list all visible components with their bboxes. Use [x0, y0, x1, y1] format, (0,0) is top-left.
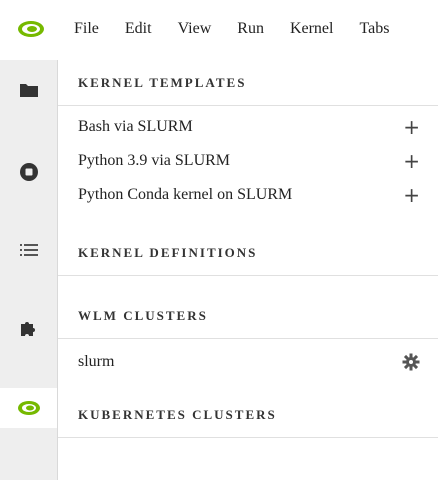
- cluster-panel: KERNEL TEMPLATES Bash via SLURM + Python…: [58, 60, 438, 480]
- kernel-template-label: Python 3.9 via SLURM: [78, 152, 231, 169]
- kernel-template-label: Python Conda kernel on SLURM: [78, 186, 293, 203]
- menu-tabs[interactable]: Tabs: [359, 20, 389, 38]
- nvidia-logo-icon: [17, 401, 40, 415]
- kernel-template-label: Bash via SLURM: [78, 118, 193, 135]
- wlm-cluster-label: slurm: [78, 353, 115, 370]
- sidebar-tab-extensions[interactable]: [0, 308, 57, 348]
- sidebar-tab-running[interactable]: [0, 152, 57, 192]
- menu-view[interactable]: View: [178, 20, 212, 38]
- add-icon[interactable]: +: [403, 151, 420, 171]
- left-sidebar: [0, 60, 58, 480]
- menu-run[interactable]: Run: [237, 20, 264, 38]
- folder-icon: [19, 84, 38, 97]
- kernel-definitions-header[interactable]: KERNEL DEFINITIONS: [58, 230, 438, 276]
- menu-file[interactable]: File: [74, 20, 99, 38]
- list-item[interactable]: slurm: [58, 345, 438, 379]
- sidebar-tab-nvidia[interactable]: [0, 388, 57, 428]
- gear-icon[interactable]: [402, 353, 420, 371]
- menu-edit[interactable]: Edit: [125, 20, 152, 38]
- wlm-clusters-header[interactable]: WLM CLUSTERS: [58, 293, 438, 339]
- sidebar-tab-files[interactable]: [0, 70, 57, 110]
- kubernetes-clusters-header[interactable]: KUBERNETES CLUSTERS: [58, 392, 438, 438]
- top-menu-bar: File Edit View Run Kernel Tabs: [0, 0, 438, 60]
- add-icon[interactable]: +: [403, 117, 420, 137]
- main-menu: File Edit View Run Kernel Tabs: [74, 20, 389, 38]
- list-item[interactable]: Python Conda kernel on SLURM +: [58, 178, 438, 212]
- list-icon: [19, 244, 38, 256]
- list-item[interactable]: Bash via SLURM +: [58, 110, 438, 144]
- kernel-templates-header[interactable]: KERNEL TEMPLATES: [58, 60, 438, 106]
- add-icon[interactable]: +: [403, 185, 420, 205]
- nvidia-logo-icon[interactable]: [16, 18, 46, 40]
- sidebar-tab-toc[interactable]: [0, 230, 57, 270]
- puzzle-icon: [20, 322, 35, 336]
- stop-icon: [19, 163, 38, 181]
- list-item[interactable]: Python 3.9 via SLURM +: [58, 144, 438, 178]
- menu-kernel[interactable]: Kernel: [290, 20, 334, 38]
